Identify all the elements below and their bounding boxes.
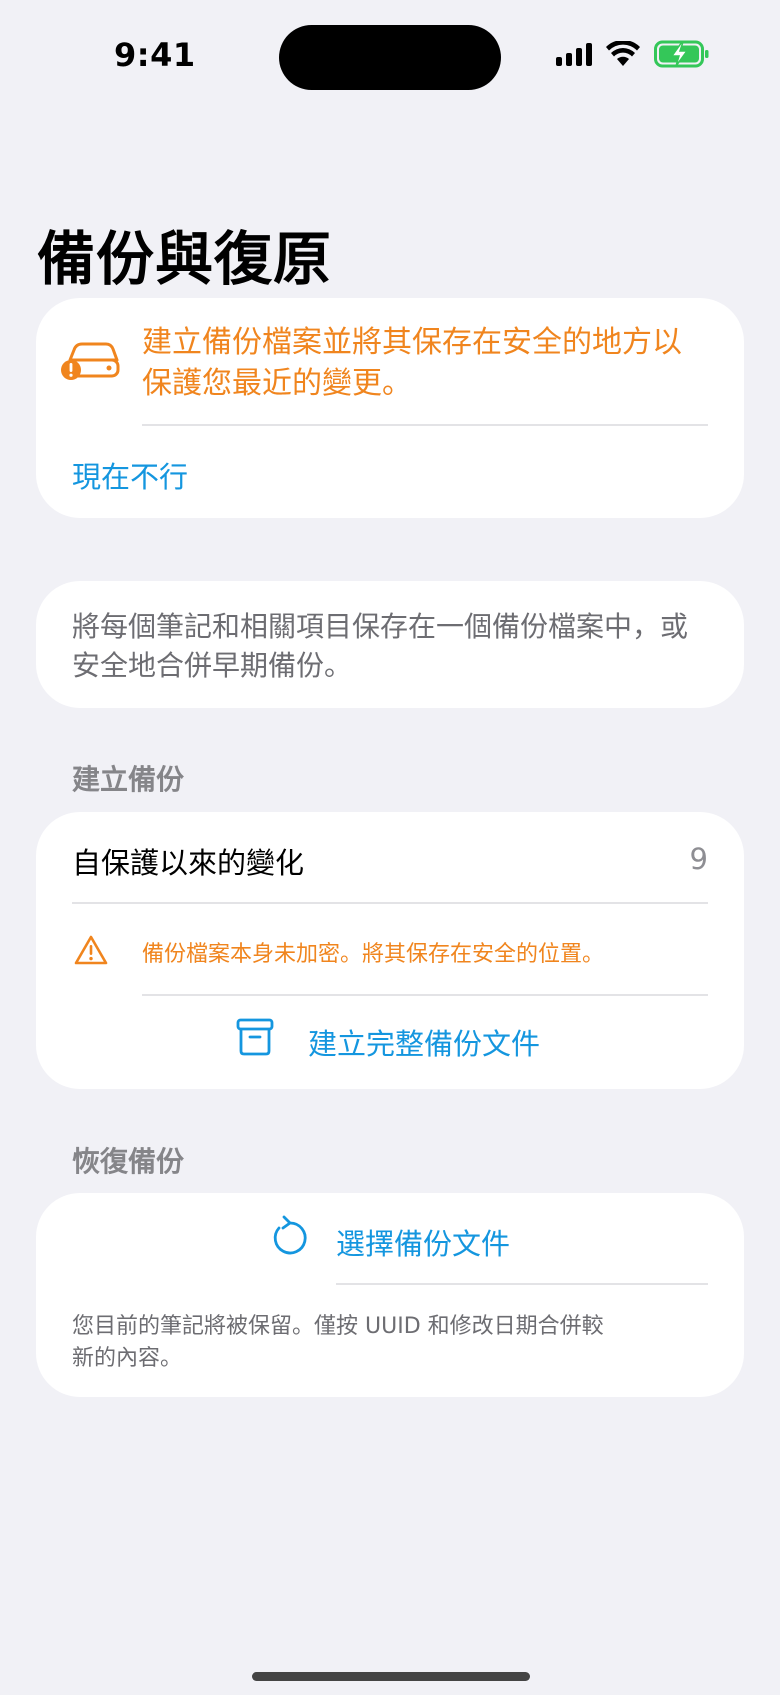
divider — [336, 1283, 708, 1285]
choose-backup-file-button[interactable]: 選擇備份文件 — [36, 1215, 744, 1271]
info-card: 將每個筆記和相關項目保存在一個備份檔案中，或安全地合併早期備份。 — [36, 581, 744, 708]
restore-backup-card: 選擇備份文件 您目前的筆記將被保留。僅按 UUID 和修改日期合併較新的內容。 — [36, 1193, 744, 1397]
wifi-icon — [606, 41, 640, 66]
status-time: 9:41 — [114, 36, 196, 74]
backup-warning-card: 建立備份檔案並將其保存在安全的地方以保護您最近的變更。 現在不行 — [36, 298, 744, 518]
home-indicator[interactable] — [252, 1672, 530, 1681]
archive-box-icon — [236, 1018, 274, 1056]
changes-count: 9 — [689, 842, 708, 876]
divider — [142, 424, 708, 426]
drive-warning-icon — [61, 342, 120, 380]
status-icons — [556, 40, 710, 68]
page-title: 備份與復原 — [37, 225, 333, 293]
backup-warning-message: 建立備份檔案並將其保存在安全的地方以保護您最近的變更。 — [142, 325, 682, 401]
divider — [142, 994, 708, 996]
warning-triangle-icon — [74, 935, 108, 965]
create-backup-card: 自保護以來的變化 9 備份檔案本身未加密。將其保存在安全的位置。 建立完整備份文… — [36, 812, 744, 1089]
encryption-warning-text: 備份檔案本身未加密。將其保存在安全的位置。 — [142, 942, 605, 967]
create-full-backup-label: 建立完整備份文件 — [308, 1027, 541, 1061]
battery-charging-icon — [654, 40, 709, 68]
create-full-backup-button[interactable]: 建立完整備份文件 — [36, 1017, 744, 1069]
restore-backup-section-header: 恢復備份 — [72, 1145, 185, 1178]
restore-arrow-icon — [273, 1215, 307, 1255]
create-backup-section-header: 建立備份 — [72, 763, 185, 796]
screen: 9:41 備份與復原 建立備份檔案並將其保存在安全的地方以保護您最近的變更。 現… — [0, 0, 780, 1695]
dynamic-island — [279, 25, 501, 90]
changes-since-protection-label: 自保護以來的變化 — [72, 846, 305, 880]
divider — [72, 902, 708, 904]
cellular-signal-icon — [556, 42, 592, 66]
choose-backup-file-label: 選擇備份文件 — [336, 1227, 511, 1261]
info-description: 將每個筆記和相關項目保存在一個備份檔案中，或安全地合併早期備份。 — [72, 610, 689, 682]
restore-note-text: 您目前的筆記將被保留。僅按 UUID 和修改日期合併較新的內容。 — [72, 1314, 604, 1371]
not-now-button[interactable]: 現在不行 — [72, 454, 188, 496]
